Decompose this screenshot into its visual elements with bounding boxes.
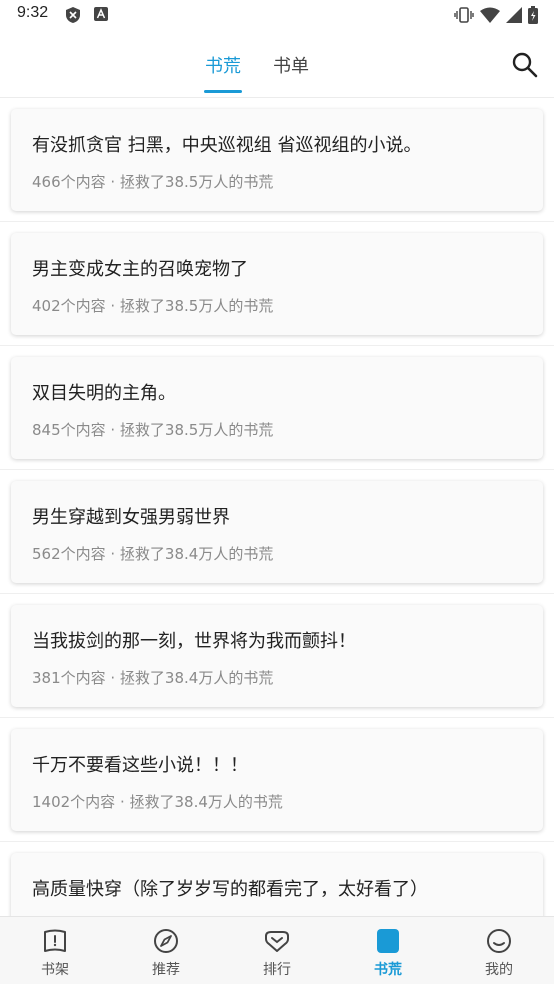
topic-meta: 466个内容 · 拯救了38.5万人的书荒 [32, 173, 274, 191]
status-left-icons [66, 7, 108, 23]
search-icon[interactable] [511, 51, 539, 79]
topic-title: 双目失明的主角。 [32, 383, 176, 404]
topic-card[interactable]: 当我拔剑的那一刻，世界将为我而颤抖！ 381个内容 · 拯救了38.4万人的书荒 [11, 605, 543, 707]
nav-label: 推荐 [152, 962, 180, 978]
nav-book-shortage[interactable]: 书荒 [333, 917, 443, 984]
active-tab-indicator [204, 90, 242, 93]
topic-card[interactable]: 双目失明的主角。 845个内容 · 拯救了38.5万人的书荒 [11, 357, 543, 459]
topic-title: 高质量快穿（除了岁岁写的都看完了，太好看了） [32, 879, 428, 900]
app-notification-icon [94, 7, 108, 21]
topic-card[interactable]: 高质量快穿（除了岁岁写的都看完了，太好看了） [11, 853, 543, 916]
list-item: 有没抓贪官 扫黑，中央巡视组 省巡视组的小说。 466个内容 · 拯救了38.5… [0, 98, 554, 222]
list-item: 千万不要看这些小说！！！ 1402个内容 · 拯救了38.4万人的书荒 [0, 718, 554, 842]
list-item: 当我拔剑的那一刻，世界将为我而颤抖！ 381个内容 · 拯救了38.4万人的书荒 [0, 594, 554, 718]
topic-meta: 402个内容 · 拯救了38.5万人的书荒 [32, 297, 274, 315]
ranking-icon [265, 931, 289, 952]
status-bar: 9:32 [0, 0, 554, 32]
topic-meta: 1402个内容 · 拯救了38.4万人的书荒 [32, 793, 283, 811]
topic-title: 千万不要看这些小说！！！ [32, 755, 248, 776]
topic-meta: 562个内容 · 拯救了38.4万人的书荒 [32, 545, 274, 563]
nav-mine[interactable]: 我的 [444, 917, 554, 984]
topic-card[interactable]: 男主变成女主的召唤宠物了 402个内容 · 拯救了38.5万人的书荒 [11, 233, 543, 335]
topic-card[interactable]: 有没抓贪官 扫黑，中央巡视组 省巡视组的小说。 466个内容 · 拯救了38.5… [11, 109, 543, 211]
list-item: 男主变成女主的召唤宠物了 402个内容 · 拯救了38.5万人的书荒 [0, 222, 554, 346]
wifi-icon [480, 7, 500, 23]
list-item: 男生穿越到女强男弱世界 562个内容 · 拯救了38.4万人的书荒 [0, 470, 554, 594]
nav-label: 书架 [41, 962, 69, 978]
topic-meta: 845个内容 · 拯救了38.5万人的书荒 [32, 421, 274, 439]
topic-title: 男主变成女主的召唤宠物了 [32, 259, 248, 280]
screen: 9:32 书荒 书单 有没抓贪官 扫黑，中央巡视组 省巡视组的小说。 466个内… [0, 0, 554, 984]
tab-book-list[interactable]: 书单 [273, 52, 309, 78]
bookshelf-icon [44, 929, 66, 952]
list-item: 高质量快穿（除了岁岁写的都看完了，太好看了） [0, 842, 554, 916]
topic-meta: 381个内容 · 拯救了38.4万人的书荒 [32, 669, 274, 687]
nav-label: 排行 [263, 962, 291, 978]
topic-title: 有没抓贪官 扫黑，中央巡视组 省巡视组的小说。 [32, 135, 422, 156]
topic-card[interactable]: 男生穿越到女强男弱世界 562个内容 · 拯救了38.4万人的书荒 [11, 481, 543, 583]
compass-icon [154, 929, 178, 953]
nav-recommend[interactable]: 推荐 [111, 917, 221, 984]
nav-label: 我的 [485, 962, 513, 978]
nav-label: 书荒 [374, 962, 402, 978]
bottom-nav: 书架 推荐 排行 书荒 我的 [0, 916, 554, 984]
status-time: 9:32 [17, 4, 49, 21]
topic-list[interactable]: 有没抓贪官 扫黑，中央巡视组 省巡视组的小说。 466个内容 · 拯救了38.5… [0, 98, 554, 916]
smile-icon [487, 929, 511, 953]
vibrate-icon [454, 7, 474, 23]
topic-title: 当我拔剑的那一刻，世界将为我而颤抖！ [32, 631, 356, 652]
shield-notification-icon [66, 7, 80, 23]
list-item: 双目失明的主角。 845个内容 · 拯救了38.5万人的书荒 [0, 346, 554, 470]
book-shortage-icon [377, 929, 399, 953]
top-tab-bar: 书荒 书单 [0, 32, 554, 98]
status-right-icons [454, 6, 538, 24]
nav-bookshelf[interactable]: 书架 [0, 917, 110, 984]
signal-icon [506, 7, 522, 23]
topic-title: 男生穿越到女强男弱世界 [32, 507, 230, 528]
battery-icon [528, 6, 538, 24]
nav-ranking[interactable]: 排行 [222, 917, 332, 984]
tab-book-shortage[interactable]: 书荒 [205, 52, 241, 78]
topic-card[interactable]: 千万不要看这些小说！！！ 1402个内容 · 拯救了38.4万人的书荒 [11, 729, 543, 831]
